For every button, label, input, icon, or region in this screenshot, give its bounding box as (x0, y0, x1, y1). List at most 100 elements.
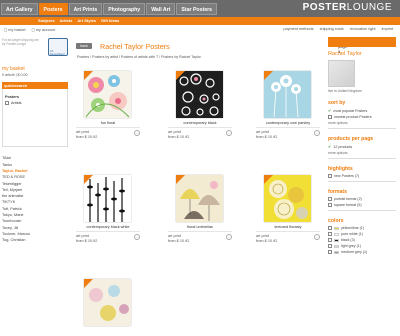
sort-option[interactable]: newest product Posters (328, 115, 396, 119)
check-icon: ✔ (328, 108, 332, 113)
tab-wall-art[interactable]: Wall Art (146, 3, 176, 15)
tab-posters[interactable]: Posters (38, 3, 68, 15)
color-swatch (334, 244, 339, 248)
product-caption[interactable]: floral umbrellas (168, 225, 232, 229)
color-option[interactable]: black (3) (328, 238, 396, 242)
product-thumbnail[interactable] (264, 71, 311, 118)
sort-more-link[interactable]: more options (328, 121, 396, 125)
per-page-more-link[interactable]: more options (328, 151, 396, 155)
sort-option[interactable]: ✔ most popular Posters (328, 108, 396, 113)
color-swatch (334, 226, 339, 230)
product-caption[interactable]: contemporary cow parsley (256, 121, 320, 125)
checkbox[interactable] (328, 244, 332, 248)
subnav-artists[interactable]: Artists (60, 17, 73, 25)
badge-text: Art Deutschland (50, 50, 65, 56)
breadcrumb[interactable]: Posters / Posters by artist / Posters of… (77, 55, 201, 59)
subnav-gift-ideas[interactable]: Gift Ideas (101, 17, 119, 25)
checkbox[interactable] (328, 250, 332, 254)
per-page-option[interactable]: ✔ 12 products (328, 144, 396, 149)
new-badge (84, 279, 93, 288)
checkbox[interactable] (328, 174, 332, 178)
product-thumbnail[interactable] (84, 279, 131, 326)
checkbox[interactable] (328, 226, 332, 230)
top-bar: Art Gallery Posters Art Prints Photograp… (0, 0, 400, 17)
select-icon[interactable]: › (314, 130, 320, 136)
select-icon[interactable]: › (134, 234, 140, 240)
product-thumbnail[interactable] (176, 71, 223, 118)
product-price: from $ 10.92 (76, 239, 98, 243)
product-price: from $ 10.92 (256, 239, 278, 243)
tab-star-posters[interactable]: Star Posters (176, 3, 217, 15)
subnav-subjects[interactable]: Subjects (38, 17, 55, 25)
main-nav: Art Gallery Posters Art Prints Photograp… (1, 3, 217, 15)
divider (328, 128, 396, 129)
shipping-note: For art-target shipping are by PosterLou… (2, 38, 39, 47)
product-price: from $ 10.92 (76, 135, 98, 139)
select-icon[interactable]: › (314, 234, 320, 240)
product-thumbnail[interactable] (84, 175, 131, 222)
posters-label: Posters (5, 95, 19, 100)
new-badge (264, 71, 273, 80)
artist-list: TAiwi Tanko Taylor, Rachel TED & ROSE Te… (2, 155, 68, 243)
artists-filter[interactable]: Artists (5, 101, 65, 106)
revocation-right-link[interactable]: revocation right (350, 27, 376, 31)
product-type: art print (168, 130, 181, 134)
checkbox[interactable] (328, 115, 332, 119)
color-option[interactable]: light grey (1) (328, 244, 396, 248)
tab-art-gallery[interactable]: Art Gallery (1, 3, 38, 15)
divider (328, 181, 396, 182)
format-option[interactable]: portrait format (2) (328, 197, 396, 201)
product-thumbnail[interactable] (84, 71, 131, 118)
back-button[interactable]: back (76, 43, 92, 49)
left-sidebar: For art-target shipping are by PosterLou… (2, 36, 68, 244)
divider (76, 127, 140, 128)
highlight-option[interactable]: new Posters (7) (328, 174, 396, 178)
divider (328, 158, 396, 159)
color-swatch (334, 238, 339, 242)
account-link[interactable]: ◻ my account (32, 27, 56, 32)
artist-header-bar (328, 37, 396, 47)
product-caption[interactable]: contemporary black (168, 121, 232, 125)
product-caption[interactable]: contemporary black white (76, 225, 140, 229)
divider (168, 127, 232, 128)
select-icon[interactable]: › (226, 130, 232, 136)
checkbox[interactable] (5, 101, 9, 106)
basket-link[interactable]: ◻ my basket (4, 27, 26, 32)
artist-photo (328, 60, 355, 87)
tab-photography[interactable]: Photography (103, 3, 146, 15)
product-caption[interactable]: fun floral (76, 121, 140, 125)
color-option[interactable]: yellow/lime (1) (328, 226, 396, 230)
formats-title: formats (328, 189, 348, 195)
new-badge (176, 71, 185, 80)
artist-link[interactable]: Tug, Christian (2, 237, 68, 243)
color-option[interactable]: pure white (1) (328, 232, 396, 236)
select-icon[interactable]: › (134, 130, 140, 136)
new-badge (264, 175, 273, 184)
format-option[interactable]: square format (5) (328, 203, 396, 207)
artist-name: Rachel Taylor (328, 51, 362, 57)
product-type: art print (256, 130, 269, 134)
select-icon[interactable]: › (226, 234, 232, 240)
utility-links: ◻ my basket ◻ my account payment methods… (0, 25, 400, 34)
subnav-art-styles[interactable]: Art Styles (77, 17, 96, 25)
page-title: Rachel Taylor Posters (100, 42, 170, 51)
payment-methods-link[interactable]: payment methods (283, 27, 313, 31)
new-badge (84, 71, 93, 80)
quicksearch-box: Posters Artists (2, 89, 68, 148)
sort-title: sort by (328, 100, 346, 106)
product-type: art print (76, 130, 89, 134)
product-thumbnail[interactable] (264, 175, 311, 222)
checkbox[interactable] (328, 238, 332, 242)
basket-title[interactable]: my basket (2, 66, 68, 72)
checkbox[interactable] (328, 197, 332, 201)
posterlounge-logo[interactable]: POSTERLOUNGE (303, 2, 392, 13)
imprint-link[interactable]: imprint (382, 27, 393, 31)
checkbox[interactable] (328, 203, 332, 207)
checkbox[interactable] (328, 232, 332, 236)
product-caption[interactable]: textured florasty (256, 225, 320, 229)
shipping-costs-link[interactable]: shipping costs (320, 27, 344, 31)
tab-art-prints[interactable]: Art Prints (68, 3, 103, 15)
sub-nav-bar: Subjects Artists Art Styles Gift Ideas (0, 17, 400, 25)
color-option[interactable]: medium grey (1) (328, 250, 396, 254)
product-thumbnail[interactable] (176, 175, 223, 222)
